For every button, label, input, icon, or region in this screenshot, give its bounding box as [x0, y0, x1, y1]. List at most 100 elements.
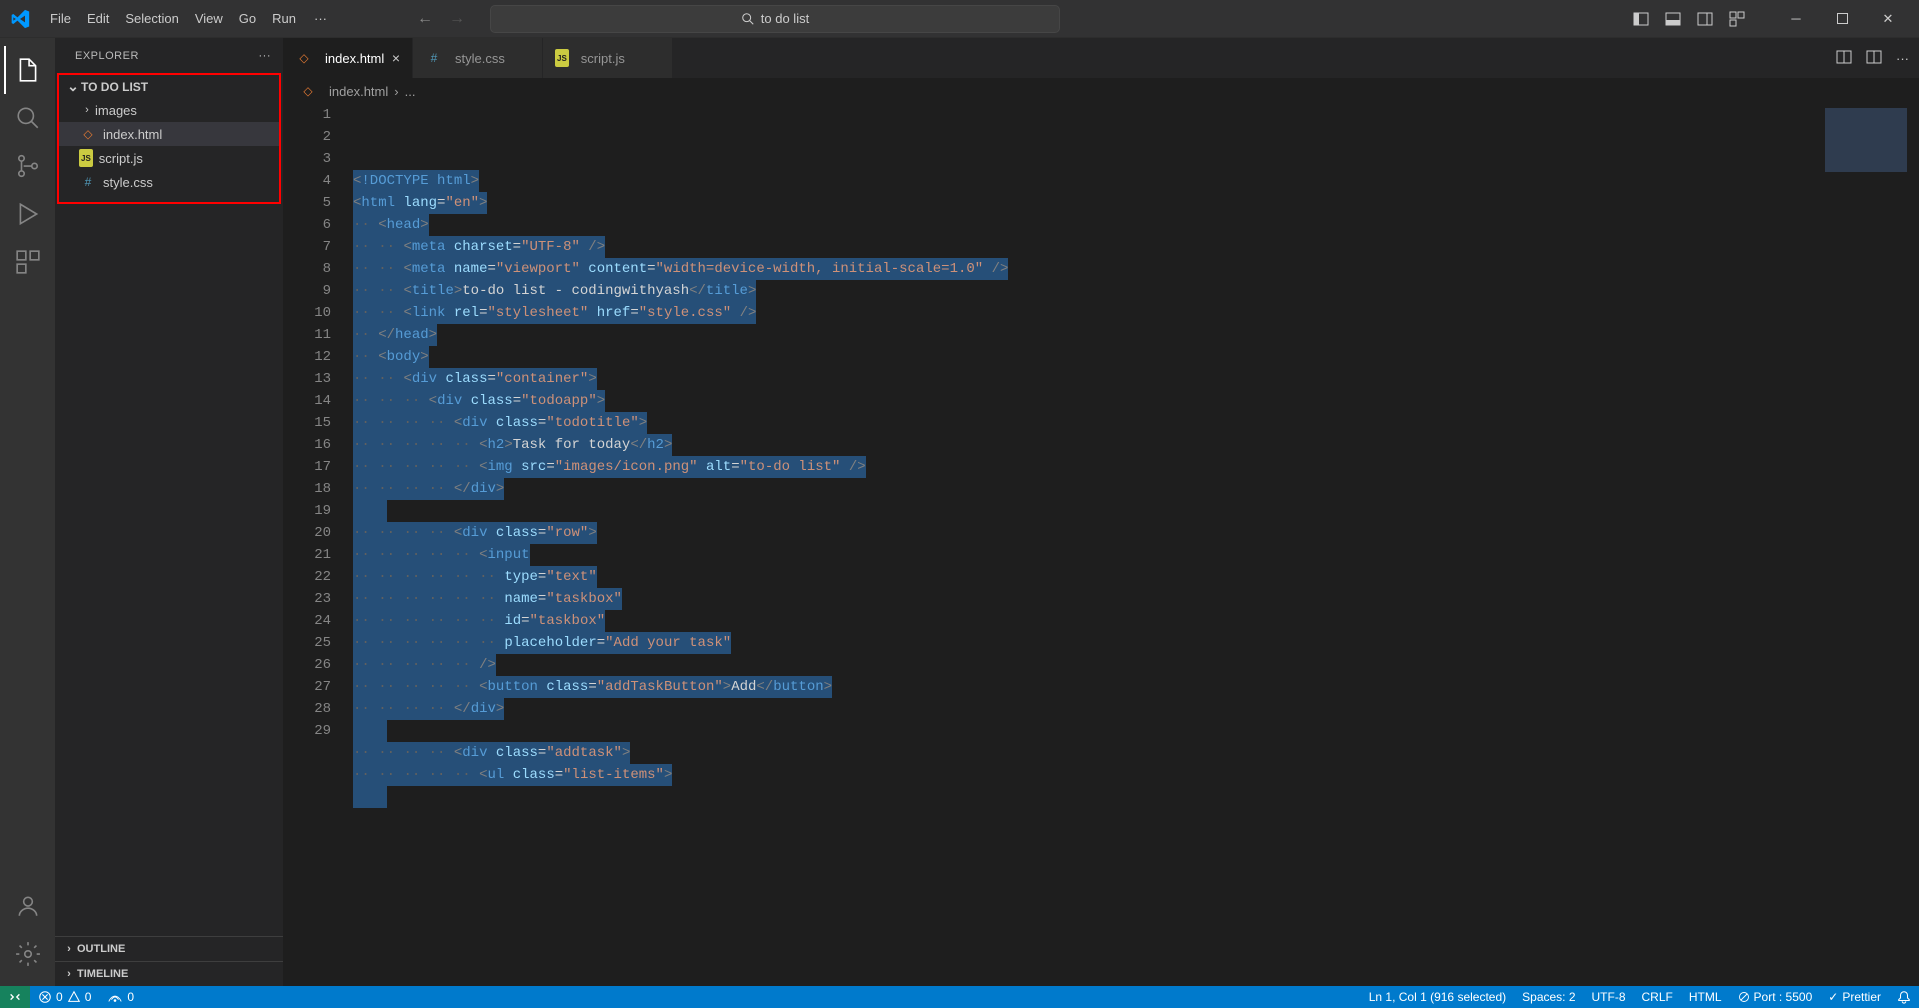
status-eol[interactable]: CRLF — [1634, 986, 1681, 1008]
editor-tabs: ◇ index.html × # style.css JS script.js … — [283, 38, 1919, 78]
menu-go[interactable]: Go — [231, 5, 264, 32]
preview-icon[interactable] — [1836, 49, 1852, 68]
status-spaces[interactable]: Spaces: 2 — [1514, 986, 1583, 1008]
breadcrumb-separator: › — [394, 84, 398, 99]
file-tree: › images ◇ index.html JS script.js # sty… — [59, 98, 279, 194]
menu-more-icon[interactable]: ··· — [304, 5, 337, 32]
nav-forward-icon[interactable]: → — [449, 10, 465, 28]
menu-edit[interactable]: Edit — [79, 5, 117, 32]
outline-section[interactable]: › OUTLINE — [55, 936, 283, 961]
breadcrumb[interactable]: ◇ index.html › ... — [283, 78, 1919, 104]
activity-bar — [0, 38, 55, 986]
activity-settings-icon[interactable] — [4, 930, 52, 978]
activity-accounts-icon[interactable] — [4, 882, 52, 930]
status-port[interactable]: Port : 5500 — [1730, 986, 1821, 1008]
layout-sidebar-left-icon[interactable] — [1625, 3, 1657, 35]
status-radio[interactable]: 0 — [99, 986, 142, 1008]
menu-selection[interactable]: Selection — [117, 5, 186, 32]
activity-explorer-icon[interactable] — [4, 46, 52, 94]
maximize-icon[interactable] — [1819, 0, 1865, 38]
code-area[interactable]: <!DOCTYPE html><html lang="en">·· <head>… — [353, 104, 1919, 986]
tab-label: index.html — [325, 51, 384, 66]
minimize-icon[interactable]: ─ — [1773, 0, 1819, 38]
line-numbers: 1234567891011121314151617181920212223242… — [283, 104, 353, 986]
menu-run[interactable]: Run — [264, 5, 304, 32]
folder-section: ⌄ TO DO LIST › images ◇ index.html JS sc… — [57, 73, 281, 204]
folder-name: TO DO LIST — [81, 80, 148, 94]
editor-content[interactable]: 1234567891011121314151617181920212223242… — [283, 104, 1919, 986]
file-item-script-js[interactable]: JS script.js — [59, 146, 279, 170]
block-icon — [1738, 991, 1750, 1003]
status-prettier[interactable]: ✓ Prettier — [1820, 986, 1889, 1008]
menu-bar: File Edit Selection View Go Run ··· — [42, 5, 337, 32]
minimap[interactable] — [1825, 108, 1907, 172]
breadcrumb-symbol: ... — [405, 84, 416, 99]
file-label: style.css — [103, 175, 153, 190]
file-item-images[interactable]: › images — [59, 98, 279, 122]
html-file-icon: ◇ — [295, 49, 313, 67]
menu-view[interactable]: View — [187, 5, 231, 32]
tab-style-css[interactable]: # style.css — [413, 38, 543, 78]
timeline-label: TIMELINE — [77, 968, 128, 980]
activity-source-control-icon[interactable] — [4, 142, 52, 190]
sidebar: EXPLORER ··· ⌄ TO DO LIST › images ◇ ind… — [55, 38, 283, 986]
js-file-icon: JS — [79, 149, 93, 167]
file-label: script.js — [99, 151, 143, 166]
css-file-icon: # — [425, 49, 443, 67]
chevron-right-icon: › — [79, 104, 95, 116]
search-text: to do list — [761, 11, 809, 26]
split-editor-icon[interactable] — [1866, 49, 1882, 68]
tab-label: script.js — [581, 51, 625, 66]
tab-script-js[interactable]: JS script.js — [543, 38, 673, 78]
tab-label: style.css — [455, 51, 505, 66]
js-file-icon: JS — [555, 49, 569, 67]
tab-actions: ··· — [1826, 38, 1919, 78]
nav-back-icon[interactable]: ← — [417, 10, 433, 28]
statusbar: 0 0 0 Ln 1, Col 1 (916 selected) Spaces:… — [0, 986, 1919, 1008]
sidebar-more-icon[interactable]: ··· — [259, 50, 272, 62]
tab-index-html[interactable]: ◇ index.html × — [283, 38, 413, 78]
file-item-style-css[interactable]: # style.css — [59, 170, 279, 194]
status-errors[interactable]: 0 0 — [30, 986, 99, 1008]
status-language[interactable]: HTML — [1681, 986, 1730, 1008]
file-item-index-html[interactable]: ◇ index.html — [59, 122, 279, 146]
activity-search-icon[interactable] — [4, 94, 52, 142]
radio-icon — [107, 990, 123, 1004]
remote-indicator-icon[interactable] — [0, 986, 30, 1008]
search-icon — [741, 12, 755, 26]
editor-area: ◇ index.html × # style.css JS script.js … — [283, 38, 1919, 986]
close-icon[interactable]: ✕ — [1865, 0, 1911, 38]
status-cursor-position[interactable]: Ln 1, Col 1 (916 selected) — [1361, 986, 1514, 1008]
customize-layout-icon[interactable] — [1721, 3, 1753, 35]
timeline-section[interactable]: › TIMELINE — [55, 961, 283, 986]
warning-icon — [67, 990, 81, 1004]
titlebar: File Edit Selection View Go Run ··· ← → … — [0, 0, 1919, 38]
chevron-right-icon: › — [61, 968, 77, 980]
status-encoding[interactable]: UTF-8 — [1584, 986, 1634, 1008]
layout-panel-icon[interactable] — [1657, 3, 1689, 35]
error-icon — [38, 990, 52, 1004]
html-file-icon: ◇ — [299, 82, 317, 100]
layout-sidebar-right-icon[interactable] — [1689, 3, 1721, 35]
html-file-icon: ◇ — [79, 125, 97, 143]
sidebar-header: EXPLORER ··· — [55, 38, 283, 73]
activity-run-debug-icon[interactable] — [4, 190, 52, 238]
chevron-down-icon: ⌄ — [65, 78, 81, 95]
check-icon: ✓ — [1828, 990, 1838, 1004]
sidebar-title: EXPLORER — [75, 50, 139, 62]
css-file-icon: # — [79, 173, 97, 191]
status-notifications-icon[interactable] — [1889, 986, 1919, 1008]
breadcrumb-file: index.html — [329, 84, 388, 99]
folder-header[interactable]: ⌄ TO DO LIST — [59, 75, 279, 98]
vscode-logo-icon — [8, 7, 32, 31]
chevron-right-icon: › — [61, 943, 77, 955]
outline-label: OUTLINE — [77, 943, 125, 955]
navigation: ← → — [417, 10, 465, 28]
tab-close-icon[interactable]: × — [392, 50, 400, 66]
file-label: images — [95, 103, 137, 118]
command-center-search[interactable]: to do list — [490, 5, 1060, 33]
activity-extensions-icon[interactable] — [4, 238, 52, 286]
file-label: index.html — [103, 127, 162, 142]
menu-file[interactable]: File — [42, 5, 79, 32]
more-actions-icon[interactable]: ··· — [1896, 51, 1909, 66]
